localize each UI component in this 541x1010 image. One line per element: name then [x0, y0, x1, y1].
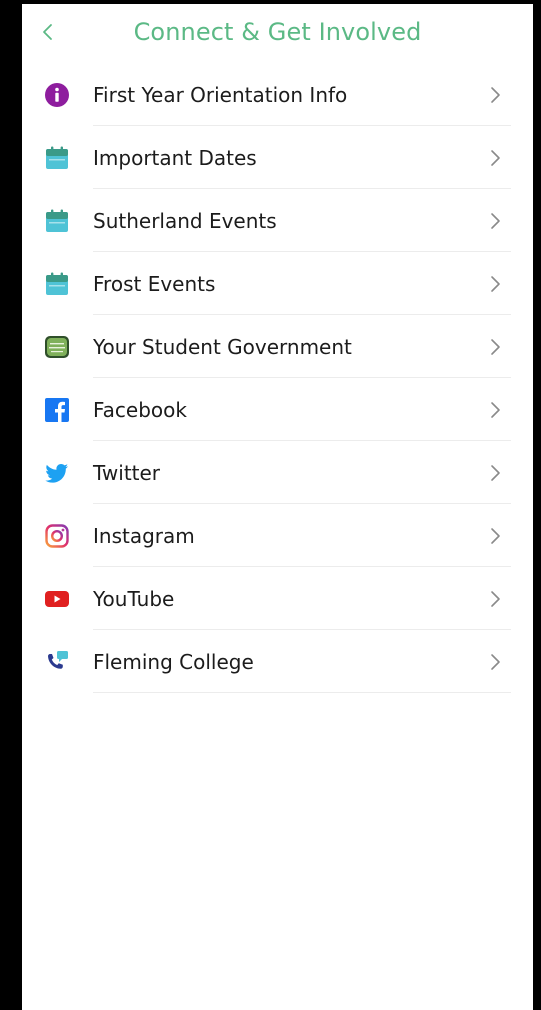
chevron-right-icon — [491, 402, 500, 418]
list-item-youtube[interactable]: YouTube — [22, 567, 533, 630]
chevron-right-icon — [491, 339, 500, 355]
list-item-label: YouTube — [93, 587, 175, 611]
divider — [93, 692, 511, 693]
list-item-label: Sutherland Events — [93, 209, 277, 233]
list-item-instagram[interactable]: Instagram — [22, 504, 533, 567]
page-title: Connect & Get Involved — [133, 18, 422, 46]
chevron-right-icon — [491, 591, 500, 607]
chevron-right-icon — [491, 87, 500, 103]
chevron-right-icon — [491, 528, 500, 544]
calendar-icon — [46, 146, 68, 169]
list-item-sutherland-events[interactable]: Sutherland Events — [22, 189, 533, 252]
list-item-label: First Year Orientation Info — [93, 83, 348, 107]
youtube-icon — [45, 591, 69, 607]
chevron-right-icon — [491, 276, 500, 292]
list-item-label: Your Student Government — [93, 335, 352, 359]
info-icon — [45, 83, 69, 107]
twitter-icon — [45, 464, 68, 483]
list-item-important-dates[interactable]: Important Dates — [22, 126, 533, 189]
list-item-label: Fleming College — [93, 650, 254, 674]
facebook-icon — [45, 398, 69, 422]
calendar-icon — [46, 272, 68, 295]
list-item-student-government[interactable]: Your Student Government — [22, 315, 533, 378]
calendar-icon — [46, 209, 68, 232]
list-item-facebook[interactable]: Facebook — [22, 378, 533, 441]
list-item-twitter[interactable]: Twitter — [22, 441, 533, 504]
chevron-right-icon — [491, 150, 500, 166]
list-item-label: Facebook — [93, 398, 187, 422]
list-item-label: Important Dates — [93, 146, 257, 170]
chevron-right-icon — [491, 654, 500, 670]
menu-list: First Year Orientation Info Important Da… — [22, 63, 533, 693]
screen: Connect & Get Involved First Year Orient… — [22, 4, 533, 1010]
list-item-first-year-orientation[interactable]: First Year Orientation Info — [22, 63, 533, 126]
list-item-frost-events[interactable]: Frost Events — [22, 252, 533, 315]
chevron-right-icon — [491, 465, 500, 481]
phone-chat-icon — [48, 651, 68, 669]
student-council-logo-icon — [45, 336, 69, 358]
list-item-fleming-college[interactable]: Fleming College — [22, 630, 533, 693]
instagram-icon — [45, 524, 69, 548]
list-item-label: Instagram — [93, 524, 195, 548]
header: Connect & Get Involved — [22, 4, 533, 60]
chevron-right-icon — [491, 213, 500, 229]
list-item-label: Frost Events — [93, 272, 216, 296]
list-item-label: Twitter — [93, 461, 161, 485]
